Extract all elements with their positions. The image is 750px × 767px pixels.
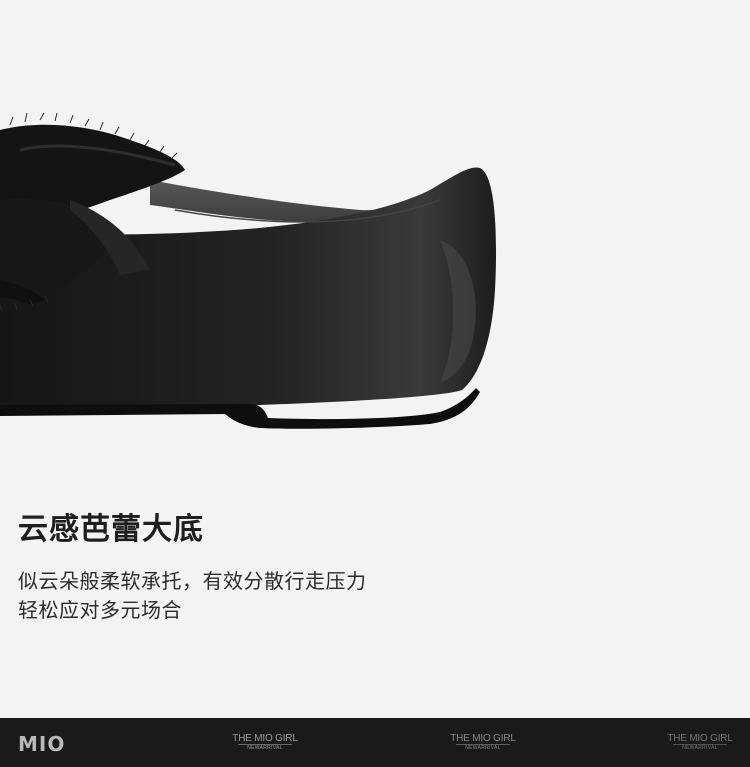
brand-tag: THE MIO GIRL NEWARRIVAL [665,733,735,752]
brand-tag: THE MIO GIRL NEWARRIVAL [230,733,300,752]
brand-tag-title: THE MIO GIRL [450,733,516,744]
feature-description-line-1: 似云朵般柔软承托，有效分散行走压力 [18,569,367,593]
feature-description-line-2: 轻松应对多元场合 [18,598,182,622]
brand-tag-subtitle: NEWARRIVAL [456,744,510,752]
brand-tag-subtitle: NEWARRIVAL [238,744,292,752]
brand-tag-title: THE MIO GIRL [667,733,733,744]
brand-tag-title: THE MIO GIRL [232,733,298,744]
shoe-heel-illustration [0,112,497,429]
brand-tag-subtitle: NEWARRIVAL [673,744,727,752]
footer-bar: MIO THE MIO GIRL NEWARRIVAL THE MIO GIRL… [0,718,750,767]
brand-logo: MIO [18,732,66,756]
product-photo [0,0,750,470]
brand-tag: THE MIO GIRL NEWARRIVAL [448,733,518,752]
feature-title: 云感芭蕾大底 [18,512,204,547]
